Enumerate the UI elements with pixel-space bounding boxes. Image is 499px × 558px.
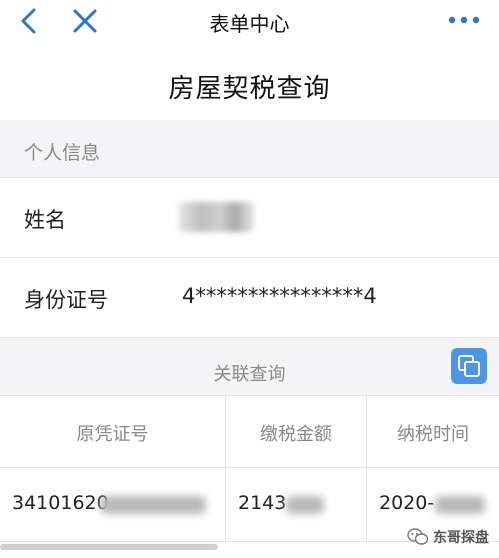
watermark: 东哥探盘 xyxy=(407,524,489,550)
section-header-personal-info: 个人信息 xyxy=(0,120,499,178)
column-header-tax-time: 纳税时间 xyxy=(367,396,499,468)
name-label: 姓名 xyxy=(24,208,66,232)
name-row: 姓名 xyxy=(0,178,499,258)
redaction-blur xyxy=(435,496,485,514)
table-cell-tax-amount: 2143 xyxy=(226,468,367,542)
copy-icon xyxy=(458,355,480,377)
related-query-label: 关联查询 xyxy=(213,364,286,385)
wechat-logo-icon xyxy=(407,528,429,545)
navigation-bar: 表单中心 xyxy=(0,0,499,44)
section-label: 个人信息 xyxy=(24,142,101,164)
copy-button[interactable] xyxy=(451,348,487,384)
page-title: 房屋契税查询 xyxy=(168,74,331,104)
name-value-redacted xyxy=(178,202,254,232)
id-number-value: 4****************4 xyxy=(182,284,377,308)
more-horizontal-icon[interactable] xyxy=(447,10,481,30)
redaction-blur xyxy=(100,496,206,514)
id-number-label: 身份证号 xyxy=(24,288,108,312)
column-header-tax-amount: 缴税金额 xyxy=(226,396,367,468)
related-query-header: 关联查询 xyxy=(0,338,499,396)
watermark-text: 东哥探盘 xyxy=(433,530,489,546)
column-header-voucher-number: 原凭证号 xyxy=(0,396,226,468)
nav-title: 表单中心 xyxy=(209,12,290,36)
id-number-row: 身份证号 4****************4 xyxy=(0,258,499,338)
horizontal-scrollbar[interactable] xyxy=(0,544,218,550)
table-cell-voucher-number: 34101620 xyxy=(0,468,226,542)
redaction-blur xyxy=(286,496,324,514)
